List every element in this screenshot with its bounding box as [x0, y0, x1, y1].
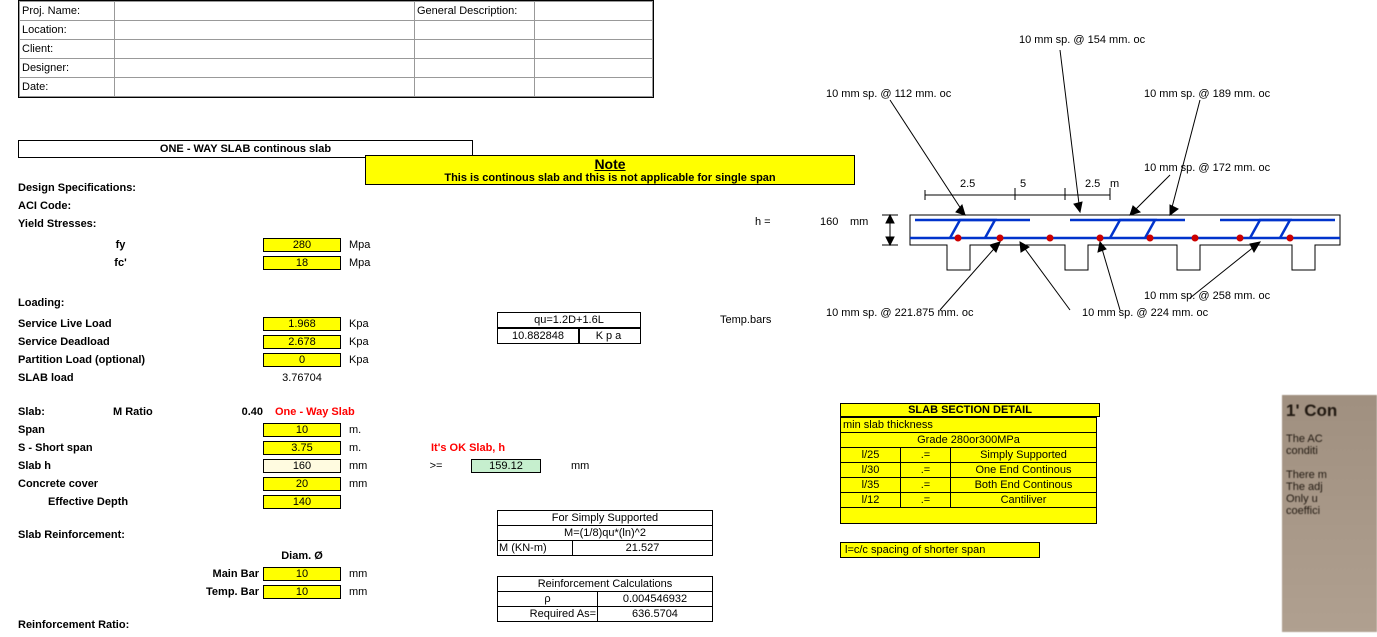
- design-specs: Design Specifications: ACI Code: Yield S…: [18, 182, 401, 272]
- fc-unit: Mpa: [341, 257, 401, 269]
- span-unit: m.: [341, 424, 401, 436]
- short-unit: m.: [341, 442, 401, 454]
- section-note: l=c/c spacing of shorter span: [840, 542, 1040, 558]
- diam-label: Diam. Ø: [263, 550, 341, 562]
- loading-heading: Loading:: [18, 297, 401, 315]
- m-val: 21.527: [573, 541, 713, 556]
- calc-title: Reinforcement Calculations: [498, 577, 713, 592]
- qu-val: 10.882848: [497, 328, 579, 344]
- slab-heading: Slab:: [18, 406, 113, 418]
- span-input[interactable]: 10: [263, 423, 341, 437]
- loading-block: Loading: Service Live Load 1.968 Kpa Ser…: [18, 297, 401, 387]
- slabh-unit: mm: [341, 460, 401, 472]
- eff-label: Effective Depth: [18, 496, 263, 508]
- slabload-label: SLAB load: [18, 372, 263, 384]
- fc-input[interactable]: 18: [263, 256, 341, 270]
- ss-block: For Simply Supported M=(1/8)qu*(ln)^2 M …: [497, 510, 713, 622]
- spec-heading: Design Specifications:: [18, 182, 401, 200]
- fy-input[interactable]: 280: [263, 238, 341, 252]
- minthick: min slab thickness: [841, 418, 1097, 433]
- cover-unit: mm: [341, 478, 401, 490]
- designer-label: Designer:: [20, 59, 115, 78]
- aci-label: ACI Code:: [18, 200, 401, 218]
- slab-type: One - Way Slab: [263, 406, 355, 418]
- partload-unit: Kpa: [341, 354, 401, 366]
- note-title: Note: [366, 156, 854, 172]
- date-label: Date:: [20, 78, 115, 97]
- h-req: 159.12: [471, 459, 541, 473]
- h-eq-label: h =: [755, 216, 771, 228]
- liveload-label: Service Live Load: [18, 318, 263, 330]
- tempbar-unit: mm: [341, 586, 401, 598]
- cover-label: Concrete cover: [18, 478, 263, 490]
- mainbar-label: Main Bar: [18, 568, 263, 580]
- rho-label: ρ: [498, 592, 598, 607]
- deadload-input[interactable]: 2.678: [263, 335, 341, 349]
- mratio-val: 0.40: [228, 406, 263, 418]
- gendesc-label: General Description:: [415, 2, 535, 21]
- section-detail: SLAB SECTION DETAIL min slab thickness G…: [840, 403, 1100, 558]
- tempbar-input[interactable]: 10: [263, 585, 341, 599]
- eff-val: 140: [263, 495, 341, 509]
- partload-input[interactable]: 0: [263, 353, 341, 367]
- rho-val: 0.004546932: [598, 592, 713, 607]
- as-label: Required As=: [498, 607, 598, 622]
- partload-label: Partition Load (optional): [18, 354, 263, 366]
- fy-label: fy: [18, 239, 223, 251]
- slab-section-diagram: [820, 20, 1377, 320]
- qu-formula: qu=1.2D+1.6L: [497, 312, 641, 328]
- location-label: Location:: [20, 21, 115, 40]
- liveload-input[interactable]: 1.968: [263, 317, 341, 331]
- ge-label: >=: [401, 460, 471, 472]
- yield-label: Yield Stresses:: [18, 218, 401, 236]
- client-label: Client:: [20, 40, 115, 59]
- cover-input[interactable]: 20: [263, 477, 341, 491]
- ss-formula: M=(1/8)qu*(ln)^2: [498, 526, 713, 541]
- m-label: M (KN-m): [498, 541, 573, 556]
- note-body: This is continous slab and this is not a…: [366, 172, 854, 184]
- tempbars-label: Temp.bars: [720, 314, 771, 326]
- qu-block: qu=1.2D+1.6L 10.882848 Kpa: [497, 312, 641, 344]
- tempbar-label: Temp. Bar: [18, 586, 263, 598]
- deadload-unit: Kpa: [341, 336, 401, 348]
- slabh-input[interactable]: 160: [263, 459, 341, 473]
- projname-label: Proj. Name:: [20, 2, 115, 21]
- section-title: SLAB SECTION DETAIL: [840, 403, 1100, 417]
- mainbar-input[interactable]: 10: [263, 567, 341, 581]
- deadload-label: Service Deadload: [18, 336, 263, 348]
- ok-text: It's OK Slab, h: [401, 442, 505, 454]
- slabh-label: Slab h: [18, 460, 263, 472]
- fy-unit: Mpa: [341, 239, 401, 251]
- span-label: Span: [18, 424, 263, 436]
- slabload-val: 3.76704: [263, 372, 341, 384]
- mainbar-unit: mm: [341, 568, 401, 580]
- h-req-unit: mm: [541, 460, 589, 472]
- book-page-sliver: 1' Con The AC conditi There m The adj On…: [1282, 395, 1377, 632]
- note-box: Note This is continous slab and this is …: [365, 155, 855, 185]
- as-val: 636.5704: [598, 607, 713, 622]
- qu-unit: Kpa: [579, 328, 641, 344]
- liveload-unit: Kpa: [341, 318, 401, 330]
- ss-title: For Simply Supported: [498, 511, 713, 526]
- grade: Grade 280or300MPa: [841, 433, 1097, 448]
- short-input[interactable]: 3.75: [263, 441, 341, 455]
- project-header: Proj. Name: General Description: Location…: [18, 0, 654, 98]
- mratio-label: M Ratio: [113, 406, 228, 418]
- fc-label: fc': [18, 257, 223, 269]
- short-label: S - Short span: [18, 442, 263, 454]
